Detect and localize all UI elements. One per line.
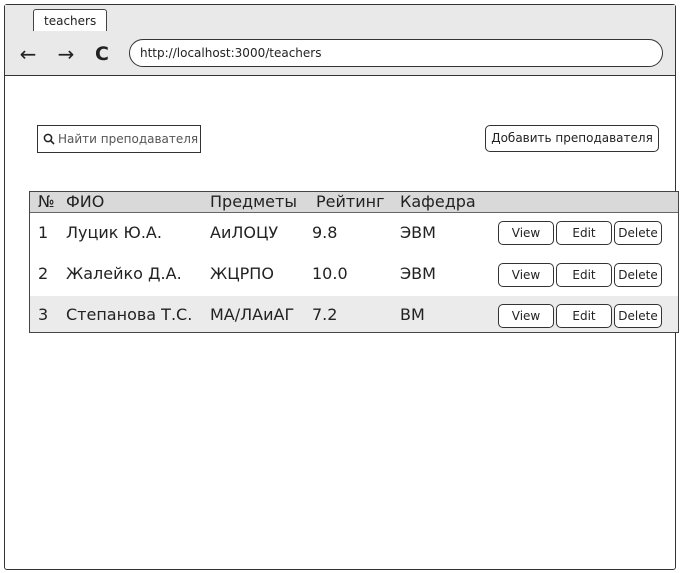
browser-tab[interactable]: teachers xyxy=(33,9,107,31)
teacher-name: Жалейко Д.А. xyxy=(66,264,182,283)
search-placeholder: Найти преподавателя xyxy=(58,132,199,146)
teacher-subjects: МА/ЛАиАГ xyxy=(210,305,295,324)
view-button[interactable]: View xyxy=(498,221,554,245)
row-number: 1 xyxy=(38,223,49,242)
table-header: № ФИО Предметы Рейтинг Кафедра xyxy=(30,192,678,213)
teacher-name: Луцик Ю.А. xyxy=(66,223,162,242)
search-icon xyxy=(43,133,55,145)
teacher-rating: 7.2 xyxy=(312,305,338,324)
teacher-subjects: АиЛОЦУ xyxy=(210,223,279,242)
teacher-department: ВМ xyxy=(400,305,425,324)
header-department: Кафедра xyxy=(400,192,476,211)
add-teacher-button[interactable]: Добавить преподавателя xyxy=(485,125,659,152)
teacher-department: ЭВМ xyxy=(400,223,436,242)
table-row: 3 Степанова Т.С. МА/ЛАиАГ 7.2 ВМ View Ed… xyxy=(30,296,678,332)
browser-chrome: teachers ← → C http://localhost:3000/tea… xyxy=(5,5,675,76)
address-bar[interactable]: http://localhost:3000/teachers xyxy=(129,39,663,67)
view-button[interactable]: View xyxy=(498,263,554,287)
teacher-department: ЭВМ xyxy=(400,264,436,283)
reload-icon[interactable]: C xyxy=(91,43,113,65)
delete-button[interactable]: Delete xyxy=(614,304,662,328)
forward-icon[interactable]: → xyxy=(55,43,77,65)
teacher-rating: 10.0 xyxy=(312,264,348,283)
teacher-name: Степанова Т.С. xyxy=(66,305,193,324)
teacher-rating: 9.8 xyxy=(312,223,338,242)
edit-button[interactable]: Edit xyxy=(556,304,612,328)
header-rating: Рейтинг xyxy=(316,192,385,211)
row-number: 3 xyxy=(38,305,49,324)
search-input[interactable]: Найти преподавателя xyxy=(37,125,201,153)
table-row: 2 Жалейко Д.А. ЖЦРПО 10.0 ЭВМ View Edit … xyxy=(30,255,678,293)
edit-button[interactable]: Edit xyxy=(556,263,612,287)
edit-button[interactable]: Edit xyxy=(556,221,612,245)
header-subjects: Предметы xyxy=(210,192,297,211)
header-number: № xyxy=(38,192,55,211)
table-row: 1 Луцик Ю.А. АиЛОЦУ 9.8 ЭВМ View Edit De… xyxy=(30,213,678,252)
view-button[interactable]: View xyxy=(498,304,554,328)
delete-button[interactable]: Delete xyxy=(614,221,662,245)
row-number: 2 xyxy=(38,264,49,283)
teachers-table: № ФИО Предметы Рейтинг Кафедра 1 Луцик Ю… xyxy=(29,191,679,333)
browser-window: teachers ← → C http://localhost:3000/tea… xyxy=(4,4,679,570)
back-icon[interactable]: ← xyxy=(17,43,39,65)
teacher-subjects: ЖЦРПО xyxy=(210,264,274,283)
delete-button[interactable]: Delete xyxy=(614,263,662,287)
header-name: ФИО xyxy=(66,192,105,211)
